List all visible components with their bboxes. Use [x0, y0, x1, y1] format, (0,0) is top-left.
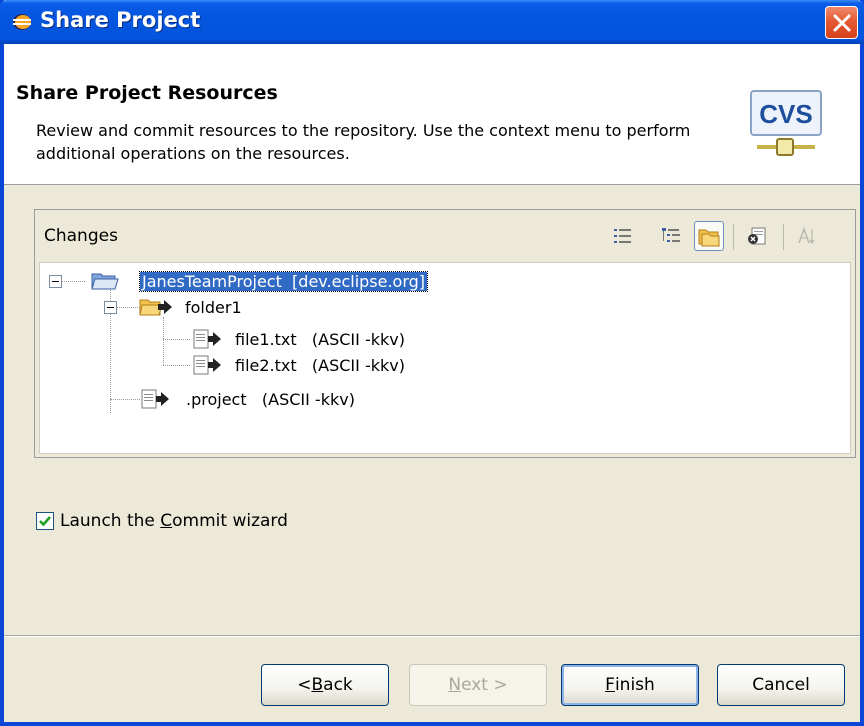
open-project-folder-icon: [91, 273, 119, 290]
collapse-toggle[interactable]: [104, 301, 117, 314]
toolbar-separator: [783, 224, 784, 250]
commit-icon[interactable]: [743, 221, 773, 251]
tree-node-label: file1.txt (ASCII -kkv): [235, 329, 405, 349]
button-bar-separator: [4, 635, 860, 637]
tree-node-label: JanesTeamProject [dev.eclipse.org]: [138, 270, 429, 292]
tree-node-label: folder1: [185, 297, 242, 317]
wizard-banner: Share Project Resources Review and commi…: [4, 44, 860, 185]
flat-mode-icon[interactable]: [608, 221, 638, 251]
changes-panel: Changes JanesTeamProject [dev.eclipse.or…: [34, 209, 856, 458]
outgoing-file-icon: [193, 355, 221, 375]
tree-connector: [163, 317, 164, 365]
tree-node-label: .project (ASCII -kkv): [186, 389, 355, 409]
tree-node-file[interactable]: .project (ASCII -kkv): [186, 386, 355, 412]
launch-commit-checkbox-row[interactable]: Launch the Commit wizard: [36, 511, 288, 531]
window-title: Share Project: [40, 8, 201, 32]
tree-node-file[interactable]: file1.txt (ASCII -kkv): [235, 326, 405, 352]
outgoing-folder-icon: [139, 299, 172, 316]
tree-node-folder[interactable]: folder1: [185, 294, 242, 320]
share-project-dialog: Share Project Share Project Resources Re…: [0, 0, 864, 726]
page-title: Share Project Resources: [16, 82, 278, 104]
changes-label: Changes: [44, 226, 118, 246]
tree-node-label: file2.txt (ASCII -kkv): [235, 355, 405, 375]
outgoing-file-icon: [141, 389, 169, 409]
close-button[interactable]: [825, 6, 858, 39]
cancel-button[interactable]: Cancel: [717, 664, 845, 706]
collapse-toggle[interactable]: [49, 275, 62, 288]
page-description: Review and commit resources to the repos…: [36, 121, 691, 163]
tree-mode-icon[interactable]: [656, 221, 686, 251]
checkmark-icon: [39, 516, 51, 527]
close-icon: [833, 14, 851, 32]
tree-node-file[interactable]: file2.txt (ASCII -kkv): [235, 352, 405, 378]
title-bar[interactable]: Share Project: [0, 0, 864, 44]
changes-toolbar: Changes: [35, 210, 855, 262]
tree-connector: [110, 399, 140, 400]
sort-icon[interactable]: [792, 221, 822, 251]
next-button[interactable]: Next >: [409, 664, 547, 706]
compressed-folders-icon[interactable]: [694, 221, 724, 251]
toolbar-separator: [733, 224, 734, 250]
cvs-logo-text: CVS: [759, 99, 812, 129]
outgoing-file-icon: [193, 329, 221, 349]
tree-connector: [163, 339, 190, 340]
changes-tree[interactable]: JanesTeamProject [dev.eclipse.org] folde…: [39, 262, 851, 454]
launch-commit-label: Launch the Commit wizard: [60, 511, 288, 531]
finish-button[interactable]: Finish: [561, 664, 699, 706]
tree-connector: [163, 365, 190, 366]
eclipse-icon: [13, 14, 31, 30]
launch-commit-checkbox[interactable]: [36, 512, 54, 530]
back-button[interactable]: < Back: [261, 664, 389, 706]
cvs-logo-icon: CVS: [750, 90, 822, 156]
tree-node-project[interactable]: JanesTeamProject [dev.eclipse.org]: [138, 268, 429, 294]
